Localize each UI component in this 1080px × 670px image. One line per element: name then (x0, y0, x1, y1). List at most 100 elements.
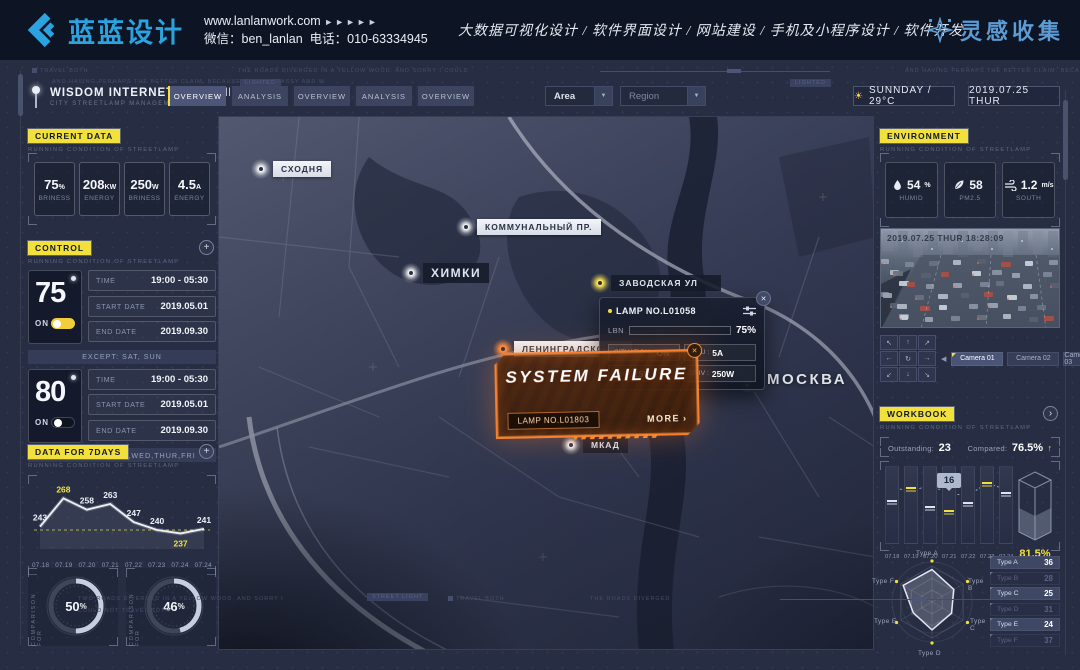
type-row[interactable]: Type D31 (990, 603, 1060, 616)
tab-analysis-1[interactable]: ANALYSIS (230, 86, 288, 106)
panel-badge: ENVIRONMENT (880, 129, 968, 143)
caret-down-icon[interactable]: ▼ (687, 87, 705, 105)
weather-display: ☀ SUNNDAY / 29°C (853, 86, 955, 106)
close-icon[interactable]: ✕ (756, 291, 771, 306)
type-row[interactable]: Type E24 (990, 618, 1060, 631)
left-rail-thumb[interactable] (18, 74, 23, 116)
bar-column[interactable] (980, 466, 994, 544)
map-label[interactable]: ЗАВОДСКАЯ УЛ (611, 275, 721, 291)
power-toggle[interactable] (51, 417, 75, 428)
bar-column[interactable] (999, 466, 1013, 544)
svg-text:240: 240 (150, 516, 164, 526)
expand-button[interactable]: + (199, 240, 214, 255)
chart-tooltip: 16 (937, 473, 961, 488)
radar-axis-label: Type F (872, 578, 894, 585)
time-row: TIME19:00 - 05:30 (88, 369, 216, 390)
map-label[interactable]: СХОДНЯ (273, 161, 331, 177)
type-row[interactable]: Type B28 (990, 572, 1060, 585)
environment-panel: ENVIRONMENT RUNNING CONDITION OF STREETL… (880, 126, 1060, 227)
lamp-id: LAMP NO.L01058 (616, 306, 739, 316)
tab-overview-2[interactable]: OVERVIEW (292, 86, 350, 106)
wechat-id: 微信：ben_lanlan (204, 32, 303, 46)
brightness-level: 80 ON (28, 369, 82, 443)
start-date-row: START DATE2019.05.01 (88, 296, 216, 317)
expand-button[interactable]: + (199, 444, 214, 459)
brightness-slider[interactable]: LBN 75% (608, 325, 756, 336)
website-link[interactable]: www.lanlanwork.com (204, 14, 321, 28)
compared-value: 76.5% (1012, 442, 1043, 454)
city-map[interactable]: СХОДНЯ КОММУНАЛЬНЫЙ ПР. ХИМКИ ЗАВОДСКАЯ … (218, 116, 874, 650)
deco-text: COULD NOT TRAVEL BOTH (78, 608, 170, 614)
type-row[interactable]: Type F37 (990, 634, 1060, 647)
sliders-icon[interactable] (743, 306, 756, 316)
next-page-button[interactable]: › (1043, 406, 1058, 421)
camera-feed[interactable]: 2019.07.25 THUR 18:28:09 (880, 228, 1060, 328)
bar-column[interactable] (904, 466, 918, 544)
camera-item[interactable]: Camera 02 (1007, 352, 1059, 366)
dpad-down-left-button[interactable]: ↙ (880, 367, 898, 382)
map-label[interactable]: ХИМКИ (423, 263, 489, 283)
dpad-left-button[interactable]: ← (880, 351, 898, 366)
dpad-up-button[interactable]: ↑ (899, 335, 917, 350)
time-row: TIME19:00 - 05:30 (88, 270, 216, 291)
pm25-box: 58 PM2.5 (944, 162, 997, 218)
dpad-up-right-button[interactable]: ↗ (918, 335, 936, 350)
map-pin-skhodnya[interactable] (251, 159, 271, 179)
week-data-panel: DATA FOR 7DAYS RUNNING CONDITION OF STRE… (28, 442, 216, 575)
outstanding-value: 23 (939, 442, 951, 454)
dpad-down-right-button[interactable]: ↘ (918, 367, 936, 382)
chevron-right-icon: › (683, 413, 688, 423)
map-pin-khimki[interactable] (401, 263, 421, 283)
caret-down-icon[interactable]: ▼ (594, 87, 612, 105)
deco-checkbox-item: TRAVEL BOTH (448, 596, 505, 602)
tab-overview-3[interactable]: OVERVIEW (416, 86, 474, 106)
radar-axis-label: Type B (968, 578, 984, 592)
stat-box-energy2: 4.5AENERGY (169, 162, 210, 216)
dpad-up-left-button[interactable]: ↖ (880, 335, 898, 350)
tab-analysis-2[interactable]: ANALYSIS (354, 86, 412, 106)
dpad-down-button[interactable]: ↓ (899, 367, 917, 382)
svg-text:243: 243 (33, 513, 47, 523)
control-group-1: 75 ON TIME19:00 - 05:30 START DATE2019.0… (28, 270, 216, 347)
prev-camera-button[interactable]: ◀ (941, 355, 946, 363)
inspiration-collect[interactable]: 灵感收集 (927, 14, 1064, 46)
promo-banner: 蓝蓝设计 www.lanlanwork.com ►►►►► 微信：ben_lan… (0, 0, 1080, 60)
bar-column[interactable] (961, 466, 975, 544)
current-data-panel: CURRENT DATA RUNNING CONDITION OF STREET… (28, 126, 216, 225)
panel-badge: CURRENT DATA (28, 129, 120, 143)
phone-number: 电话：010-63334945 (310, 32, 428, 46)
map-pin-zavodskaya[interactable] (590, 273, 610, 293)
right-scrollbar-thumb[interactable] (1063, 100, 1068, 180)
services-list: 大数据可视化设计 / 软件界面设计 / 网站建设 / 手机及小程序设计 / 软件… (458, 20, 964, 40)
bulb-icon (71, 276, 76, 281)
deco-slider (600, 71, 830, 72)
more-button[interactable]: MORE› (647, 413, 688, 424)
view-tabs: OVERVIEW ANALYSIS OVERVIEW ANALYSIS OVER… (168, 86, 474, 106)
region-select[interactable]: Region ▼ (620, 86, 706, 106)
panel-subtitle: RUNNING CONDITION OF STREETLAMP (28, 463, 216, 469)
map-label[interactable]: МКАД (583, 437, 628, 453)
type-row[interactable]: Type A36 (990, 556, 1060, 569)
bar-column[interactable] (885, 466, 899, 544)
date-display: 2019.07.25 THUR (968, 86, 1060, 106)
dpad-refresh-button[interactable]: ↻ (899, 351, 917, 366)
bar-column[interactable] (923, 466, 937, 544)
humidity-box: 54% HUMID (885, 162, 938, 218)
control-panel: CONTROL RUNNING CONDITION OF STREETLAMP … (28, 238, 216, 462)
dpad-right-button[interactable]: → (918, 351, 936, 366)
brand-name: 蓝蓝设计 (68, 11, 184, 50)
on-label: ON (35, 418, 49, 427)
power-toggle[interactable] (51, 318, 75, 329)
map-label[interactable]: КОММУНАЛЬНЫЙ ПР. (477, 219, 601, 235)
cube-wireframe (1015, 466, 1055, 546)
map-label[interactable]: МОСКВА (759, 372, 855, 388)
area-select[interactable]: Area ▼ (545, 86, 613, 106)
radar-axis-label: Type A (916, 550, 938, 557)
deco-chip: LIGHTED (790, 79, 831, 87)
control-group-2: 80 ON TIME19:00 - 05:30 START DATE2019.0… (28, 369, 216, 446)
map-pin-kommunalny[interactable] (456, 217, 476, 237)
camera-item[interactable]: Camera 01 (951, 352, 1003, 366)
wind-box: 1.2m/s SOUTH (1002, 162, 1055, 218)
cube-gauge: 81.5% (1015, 466, 1055, 546)
tab-overview-1[interactable]: OVERVIEW (168, 86, 226, 106)
